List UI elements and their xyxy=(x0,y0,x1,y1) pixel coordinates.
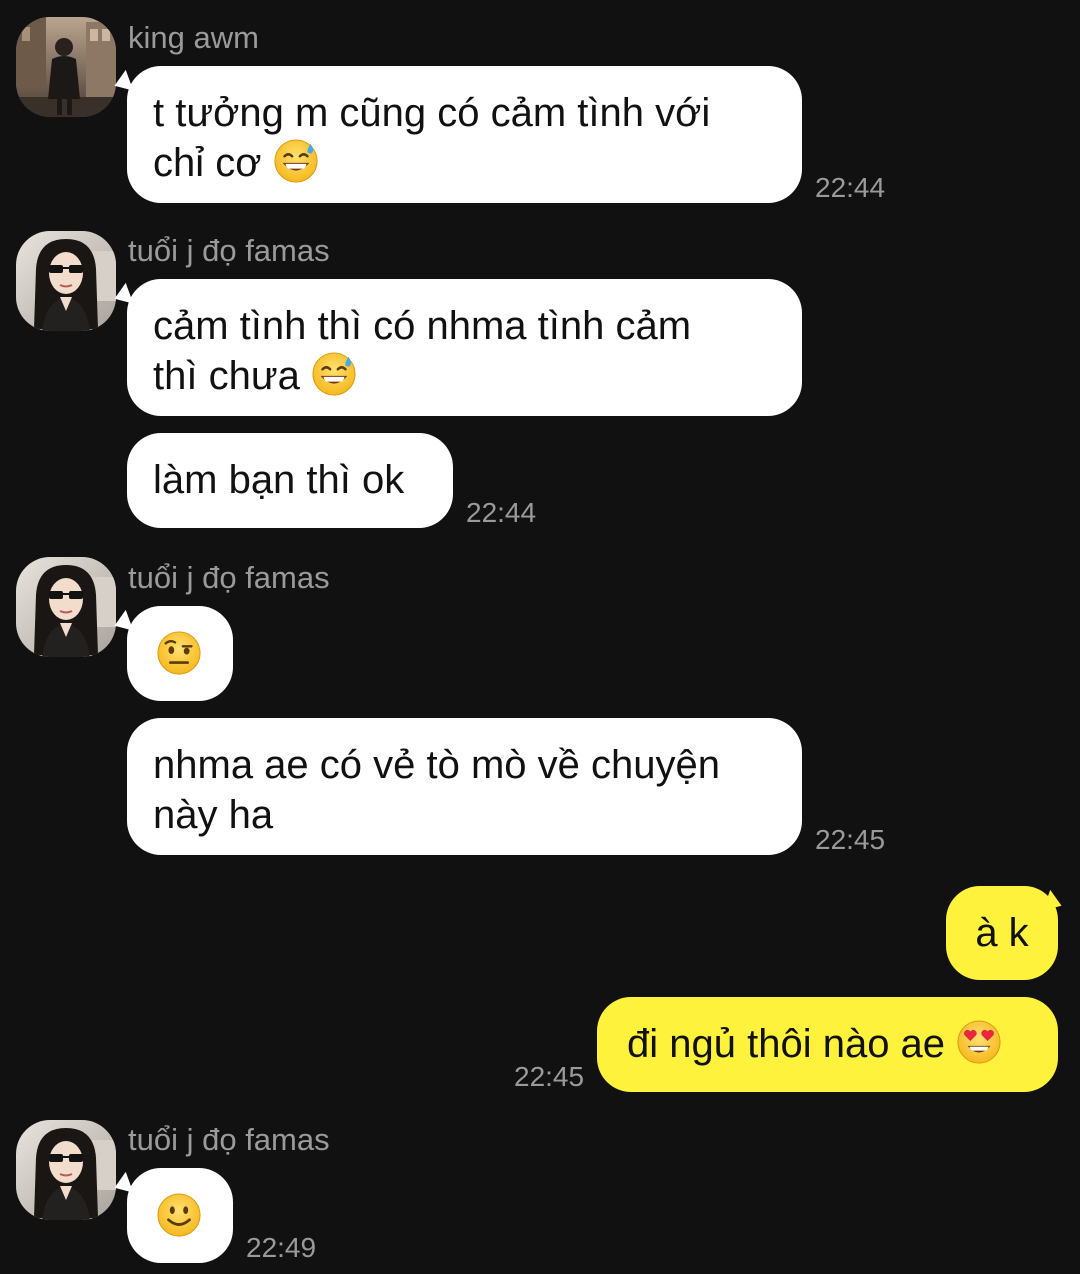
message-timestamp: 22:45 xyxy=(514,1061,585,1092)
avatar-image xyxy=(16,17,116,117)
sender-name: king awm xyxy=(128,20,259,55)
grinning-sweat-icon xyxy=(311,351,357,397)
message-line: à k xyxy=(975,911,1029,955)
avatar-tuoi-j-do-famas[interactable] xyxy=(16,557,116,657)
avatar-image xyxy=(16,231,116,331)
slightly-smiling-icon xyxy=(156,1192,202,1238)
avatar-image xyxy=(16,1120,116,1220)
message-bubble[interactable] xyxy=(127,1168,233,1263)
chat-thread[interactable]: king awm t tưởng m cũng có cảm tình với … xyxy=(0,0,1080,1274)
message-timestamp: 22:45 xyxy=(815,824,886,855)
message-line: làm bạn thì ok xyxy=(153,458,405,502)
message-line: thì chưa xyxy=(153,351,776,401)
sender-name: tuổi j đọ famas xyxy=(128,560,330,595)
message-bubble[interactable]: làm bạn thì ok xyxy=(127,433,453,528)
message-line: này ha xyxy=(153,793,274,837)
message-bubble[interactable]: t tưởng m cũng có cảm tình với chỉ cơ xyxy=(127,66,802,203)
message-timestamp: 22:49 xyxy=(246,1232,317,1263)
message-bubble[interactable]: đi ngủ thôi nào ae xyxy=(597,997,1058,1092)
avatar-king-awm[interactable] xyxy=(16,17,116,117)
avatar-tuoi-j-do-famas[interactable] xyxy=(16,1120,116,1220)
message-bubble[interactable]: cảm tình thì có nhma tình cảm thì chưa xyxy=(127,279,802,416)
heart-eyes-icon xyxy=(956,1019,1002,1065)
message-bubble[interactable] xyxy=(127,606,233,701)
avatar-image xyxy=(16,557,116,657)
grinning-sweat-icon xyxy=(273,138,319,184)
message-line: t tưởng m cũng có cảm tình với xyxy=(153,91,711,135)
message-line: nhma ae có vẻ tò mò về chuyện xyxy=(153,743,720,787)
message-line: chỉ cơ xyxy=(153,138,776,188)
message-timestamp: 22:44 xyxy=(466,497,537,528)
message-line: cảm tình thì có nhma tình cảm xyxy=(153,304,692,348)
message-bubble[interactable]: nhma ae có vẻ tò mò về chuyện này ha xyxy=(127,718,802,855)
message-line: đi ngủ thôi nào ae xyxy=(627,1019,1028,1069)
message-bubble[interactable]: à k xyxy=(946,886,1058,980)
sender-name: tuổi j đọ famas xyxy=(128,233,330,268)
message-timestamp: 22:44 xyxy=(815,172,886,203)
sender-name: tuổi j đọ famas xyxy=(128,1122,330,1157)
raised-eyebrow-icon xyxy=(156,630,202,676)
avatar-tuoi-j-do-famas[interactable] xyxy=(16,231,116,331)
